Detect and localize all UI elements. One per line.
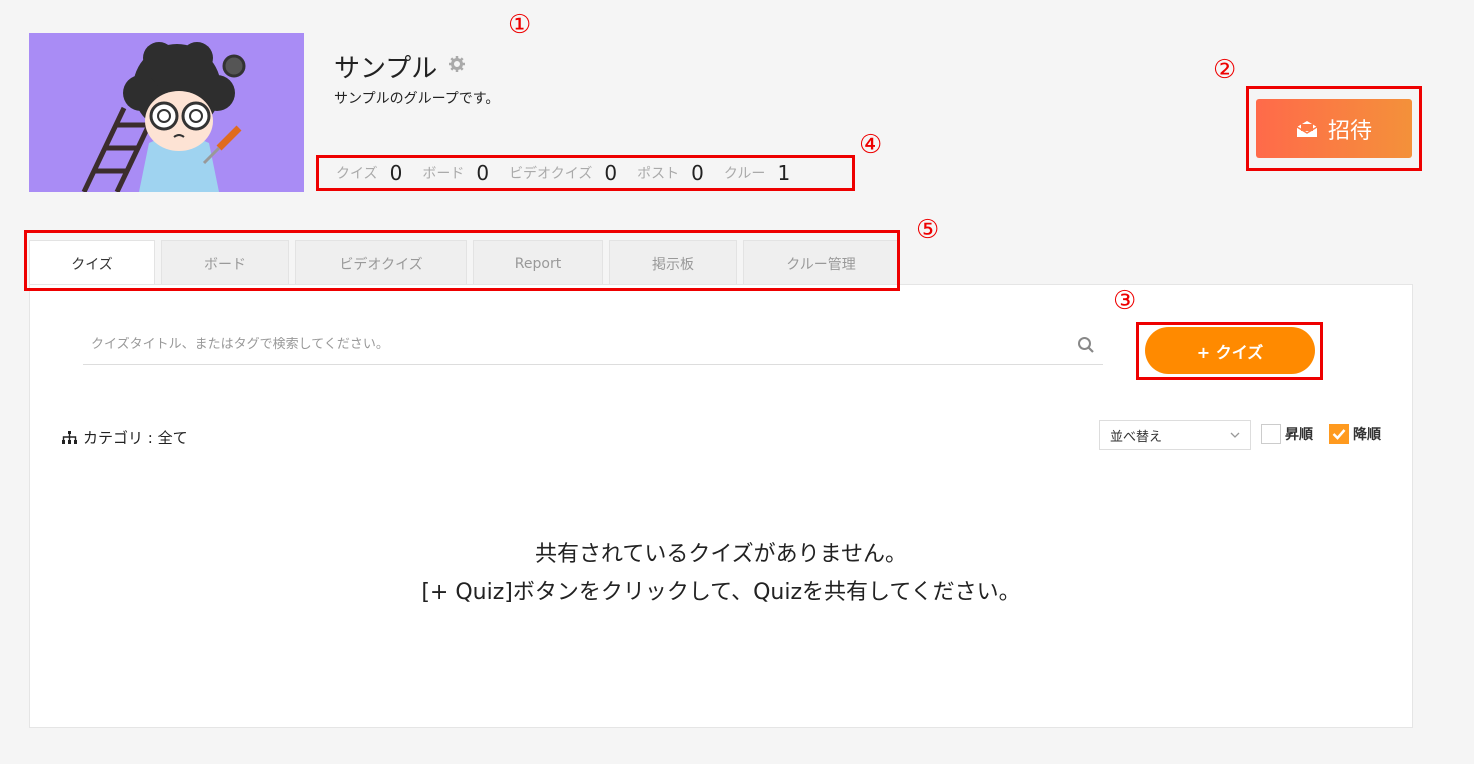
descending-label: 降順 bbox=[1353, 427, 1381, 443]
check-icon bbox=[1332, 429, 1346, 440]
descending-option[interactable]: 降順 bbox=[1329, 424, 1381, 444]
annotation-box-invite bbox=[1246, 86, 1422, 171]
category-label: カテゴリ : 全て bbox=[83, 429, 188, 447]
group-name: サンプル bbox=[334, 54, 438, 84]
empty-message-line-2: [+ Quiz]ボタンをクリックして、Quizを共有してください。 bbox=[421, 580, 1021, 605]
sort-selected-value: 並べ替え bbox=[1110, 429, 1163, 445]
annotation-box-tabs bbox=[24, 230, 900, 291]
group-avatar bbox=[29, 33, 304, 192]
descending-checkbox[interactable] bbox=[1329, 424, 1349, 444]
ascending-label: 昇順 bbox=[1285, 427, 1313, 443]
search-icon[interactable] bbox=[1077, 336, 1095, 354]
gear-icon[interactable] bbox=[449, 56, 466, 77]
annotation-box-stats bbox=[316, 155, 855, 191]
empty-message-line-1: 共有されているクイズがありません。 bbox=[534, 542, 908, 567]
annotation-box-add-quiz bbox=[1136, 322, 1323, 380]
tree-icon bbox=[62, 431, 77, 444]
annotation-marker-4: ④ bbox=[859, 130, 883, 160]
sort-select[interactable]: 並べ替え bbox=[1099, 420, 1251, 450]
group-description: サンプルのグループです。 bbox=[334, 91, 500, 107]
annotation-marker-2: ② bbox=[1213, 55, 1237, 85]
annotation-marker-3: ③ bbox=[1113, 286, 1137, 316]
group-title-row: サンプル bbox=[334, 48, 466, 85]
ascending-checkbox[interactable] bbox=[1261, 424, 1281, 444]
annotation-marker-1: ① bbox=[508, 10, 532, 40]
empty-state-message: 共有されているクイズがありません。 [+ Quiz]ボタンをクリックして、Qui… bbox=[29, 536, 1413, 612]
search-input[interactable] bbox=[91, 337, 991, 352]
annotation-marker-5: ⑤ bbox=[916, 215, 940, 245]
chevron-down-icon bbox=[1230, 432, 1240, 438]
ascending-option[interactable]: 昇順 bbox=[1261, 424, 1313, 444]
search-bar bbox=[83, 325, 1103, 365]
category-filter[interactable]: カテゴリ : 全て bbox=[62, 427, 188, 448]
